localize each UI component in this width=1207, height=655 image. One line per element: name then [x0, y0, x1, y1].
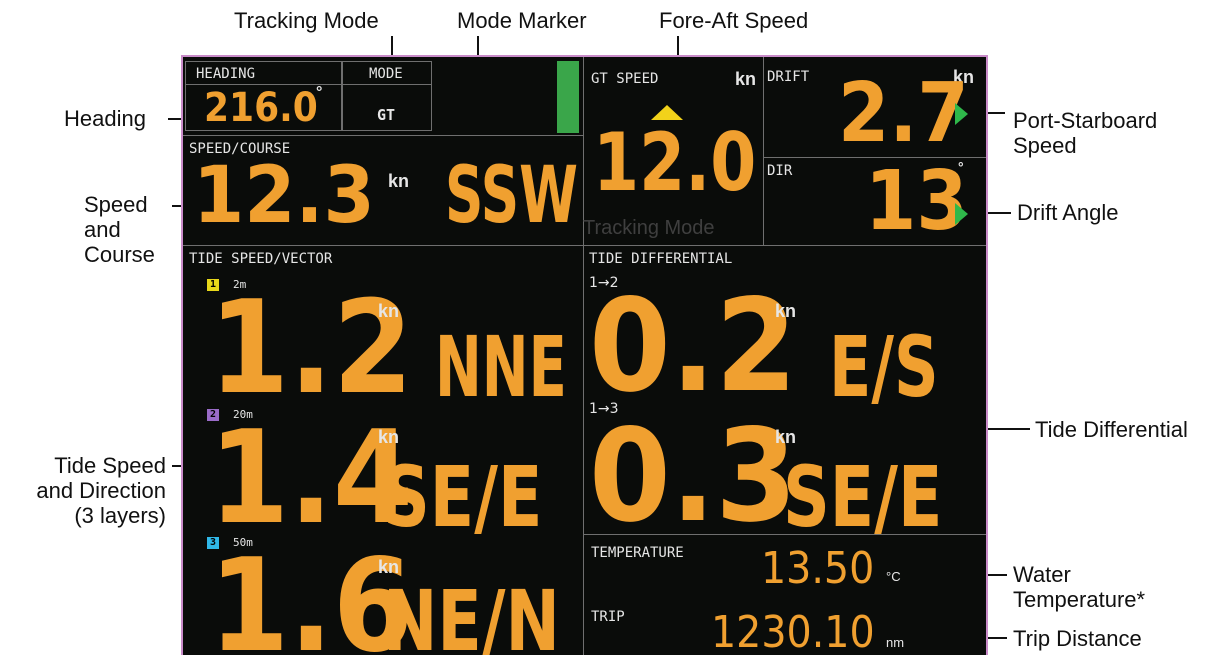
callout-mode-marker: Mode Marker — [457, 8, 587, 33]
gt-speed-value: 12.0 — [593, 116, 757, 209]
gt-speed-label: GT SPEED — [591, 71, 659, 87]
layer-2-direction: SE/E — [383, 448, 543, 546]
temperature-unit: °C — [886, 569, 901, 584]
speed-course-speed: 12.3 — [193, 151, 375, 241]
callout-port-starboard-line1: Port-Starboard — [1013, 108, 1158, 133]
callout-water-temperature-line2: Temperature* — [1013, 587, 1146, 612]
layer-1-unit: kn — [378, 301, 400, 321]
layer-2-unit: kn — [378, 427, 400, 447]
divider — [763, 57, 764, 245]
tracking-mode-overlay: Tracking Mode — [583, 217, 715, 239]
tide-diff-label: TIDE DIFFERENTIAL — [589, 251, 733, 267]
callout-tide-speed: Tide Speed and Direction (3 layers) — [8, 453, 166, 528]
heading-degree: ° — [316, 84, 323, 101]
tide-diff-row-1-direction: E/S — [829, 318, 939, 416]
callout-water-temperature-line1: Water — [1013, 562, 1071, 587]
dir-label: DIR — [767, 163, 793, 179]
dir-value: 13 — [865, 154, 968, 249]
layer-1-direction: NNE — [435, 318, 567, 416]
callout-speed-course-line2: and — [84, 217, 121, 242]
callout-port-starboard: Port-Starboard Speed — [1013, 108, 1157, 158]
callout-tide-speed-line3: (3 layers) — [74, 503, 166, 528]
port-starboard-arrow-icon — [955, 103, 968, 125]
mode-value: GT — [377, 106, 396, 124]
callout-speed-course-line3: Course — [84, 242, 155, 267]
tide-diff-row-2-direction: SE/E — [783, 448, 943, 546]
tide-diff-row-1-value: 0.2 — [589, 272, 798, 421]
callout-speed-course: Speed and Course — [84, 192, 155, 267]
callout-tide-differential: Tide Differential — [1035, 417, 1188, 442]
tide-diff-row-2-unit: kn — [775, 427, 797, 447]
divider — [183, 135, 583, 136]
callout-drift-angle: Drift Angle — [1017, 200, 1119, 225]
callout-speed-course-line1: Speed — [84, 192, 148, 217]
drift-value: 2.7 — [838, 66, 969, 161]
tide-label: TIDE SPEED/VECTOR — [189, 251, 333, 267]
trip-value: 1230.10 — [711, 607, 875, 655]
mode-label: MODE — [369, 66, 403, 82]
callout-tracking-mode: Tracking Mode — [234, 8, 379, 33]
callout-port-starboard-line2: Speed — [1013, 133, 1077, 158]
callout-fore-aft-speed: Fore-Aft Speed — [659, 8, 809, 33]
speed-course-course: SSW — [445, 151, 579, 241]
drift-label: DRIFT — [767, 69, 810, 85]
gt-speed-unit: kn — [735, 69, 757, 89]
trip-unit: nm — [886, 635, 905, 650]
trip-label: TRIP — [591, 609, 625, 625]
divider — [343, 84, 431, 85]
temperature-value: 13.50 — [761, 543, 875, 594]
callout-heading: Heading — [64, 106, 146, 131]
divider — [583, 57, 584, 655]
drift-angle-arrow-icon — [955, 203, 968, 225]
mode-panel: MODE GT — [342, 61, 432, 131]
mode-marker — [557, 61, 579, 133]
tide-diff-row-2-value: 0.3 — [589, 402, 798, 551]
temperature-label: TEMPERATURE — [591, 545, 684, 561]
heading-value: 216.0 — [204, 85, 318, 131]
callout-trip-distance: Trip Distance — [1013, 626, 1142, 651]
callout-tide-speed-line2: and Direction — [36, 478, 166, 503]
heading-label: HEADING — [196, 66, 256, 82]
callout-tide-speed-line1: Tide Speed — [54, 453, 166, 478]
heading-panel: HEADING 216.0 ° — [185, 61, 342, 131]
current-indicator-display: HEADING 216.0 ° MODE GT SPEED/COURSE 12.… — [181, 55, 988, 655]
speed-course-unit: kn — [388, 171, 410, 191]
callout-water-temperature: Water Temperature* — [1013, 562, 1145, 612]
layer-3-direction: NE/N — [383, 572, 560, 655]
tide-diff-row-1-unit: kn — [775, 301, 797, 321]
